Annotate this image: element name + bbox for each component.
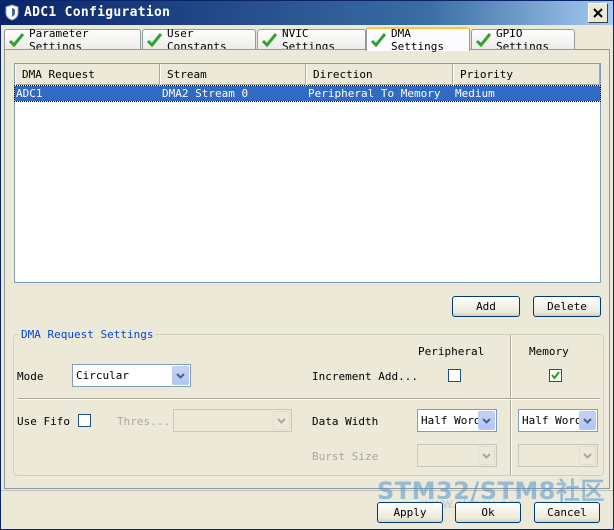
row-separator — [18, 398, 600, 400]
dma-request-settings-group: DMA Request Settings Peripheral Memory M… — [13, 328, 604, 476]
green-check-icon — [475, 33, 492, 48]
tab-label: DMA Settings — [391, 27, 444, 53]
mode-select[interactable]: Circular — [72, 364, 191, 387]
ok-button[interactable]: Ok — [455, 502, 521, 523]
column-header-direction[interactable]: Direction — [306, 64, 453, 85]
tab-parameter-settings[interactable]: Parameter Settings — [4, 27, 141, 53]
tab-gpio-settings[interactable]: GPIO Settings — [471, 27, 575, 53]
table-row[interactable]: ADC1 DMA2 Stream 0 Peripheral To Memory … — [14, 85, 601, 102]
green-check-icon — [8, 33, 25, 48]
use-fifo-label: Use Fifo — [17, 415, 70, 428]
group-title: DMA Request Settings — [19, 328, 156, 341]
cancel-button[interactable]: Cancel — [534, 502, 600, 523]
tab-user-constants[interactable]: User Constants — [142, 27, 256, 53]
burst-size-memory-select[interactable] — [518, 444, 598, 467]
chevron-down-icon[interactable] — [579, 411, 596, 430]
configuration-window: ADC1 Configuration Parameter Settings Us… — [0, 0, 614, 530]
burst-size-peripheral-select[interactable] — [417, 444, 497, 467]
cell-direction: Peripheral To Memory — [308, 87, 441, 100]
increment-peripheral-checkbox[interactable] — [448, 369, 461, 382]
tab-dma-settings[interactable]: DMA Settings — [366, 27, 470, 53]
mode-value: Circular — [76, 369, 129, 382]
chevron-down-icon — [273, 411, 290, 430]
checkmark-icon — [551, 371, 560, 380]
dma-settings-panel: DMA Request Stream Direction Priority AD… — [4, 50, 610, 489]
shield-icon — [5, 4, 19, 21]
use-fifo-checkbox[interactable] — [78, 414, 91, 427]
memory-header: Memory — [529, 345, 569, 358]
add-button[interactable]: Add — [452, 296, 520, 317]
green-check-icon — [146, 33, 163, 48]
green-check-icon — [261, 33, 278, 48]
mode-label: Mode — [17, 370, 44, 383]
chevron-down-icon — [579, 446, 596, 465]
data-width-peripheral-select[interactable]: Half Word — [417, 409, 497, 432]
apply-button[interactable]: Apply — [377, 502, 443, 523]
column-separator — [510, 335, 512, 475]
cell-dma-request: ADC1 — [16, 87, 43, 100]
burst-size-label: Burst Size — [312, 450, 379, 463]
column-header-dma-request[interactable]: DMA Request — [15, 64, 160, 85]
peripheral-header: Peripheral — [418, 345, 485, 358]
threshold-select[interactable] — [173, 409, 292, 432]
table-header: DMA Request Stream Direction Priority — [15, 64, 600, 85]
column-header-stream[interactable]: Stream — [160, 64, 306, 85]
chevron-down-icon — [478, 446, 495, 465]
threshold-label: Thres... — [117, 415, 170, 428]
close-icon — [593, 8, 603, 18]
increment-address-label: Increment Add... — [312, 370, 418, 383]
delete-button[interactable]: Delete — [533, 296, 601, 317]
cell-stream: DMA2 Stream 0 — [162, 87, 249, 100]
column-header-priority[interactable]: Priority — [453, 64, 600, 85]
chevron-down-icon[interactable] — [478, 411, 495, 430]
chevron-down-icon[interactable] — [172, 366, 189, 385]
data-width-memory-select[interactable]: Half Word — [518, 409, 598, 432]
close-button[interactable] — [588, 3, 608, 23]
increment-memory-checkbox[interactable] — [549, 369, 562, 382]
dma-request-table[interactable]: DMA Request Stream Direction Priority AD… — [14, 63, 601, 283]
tab-strip: Parameter Settings User Constants NVIC S… — [4, 27, 610, 53]
green-check-icon — [370, 33, 387, 48]
tab-nvic-settings[interactable]: NVIC Settings — [257, 27, 366, 53]
cell-priority: Medium — [455, 87, 495, 100]
data-width-label: Data Width — [312, 415, 379, 428]
window-title: ADC1 Configuration — [24, 5, 171, 20]
title-bar[interactable]: ADC1 Configuration — [1, 1, 613, 25]
